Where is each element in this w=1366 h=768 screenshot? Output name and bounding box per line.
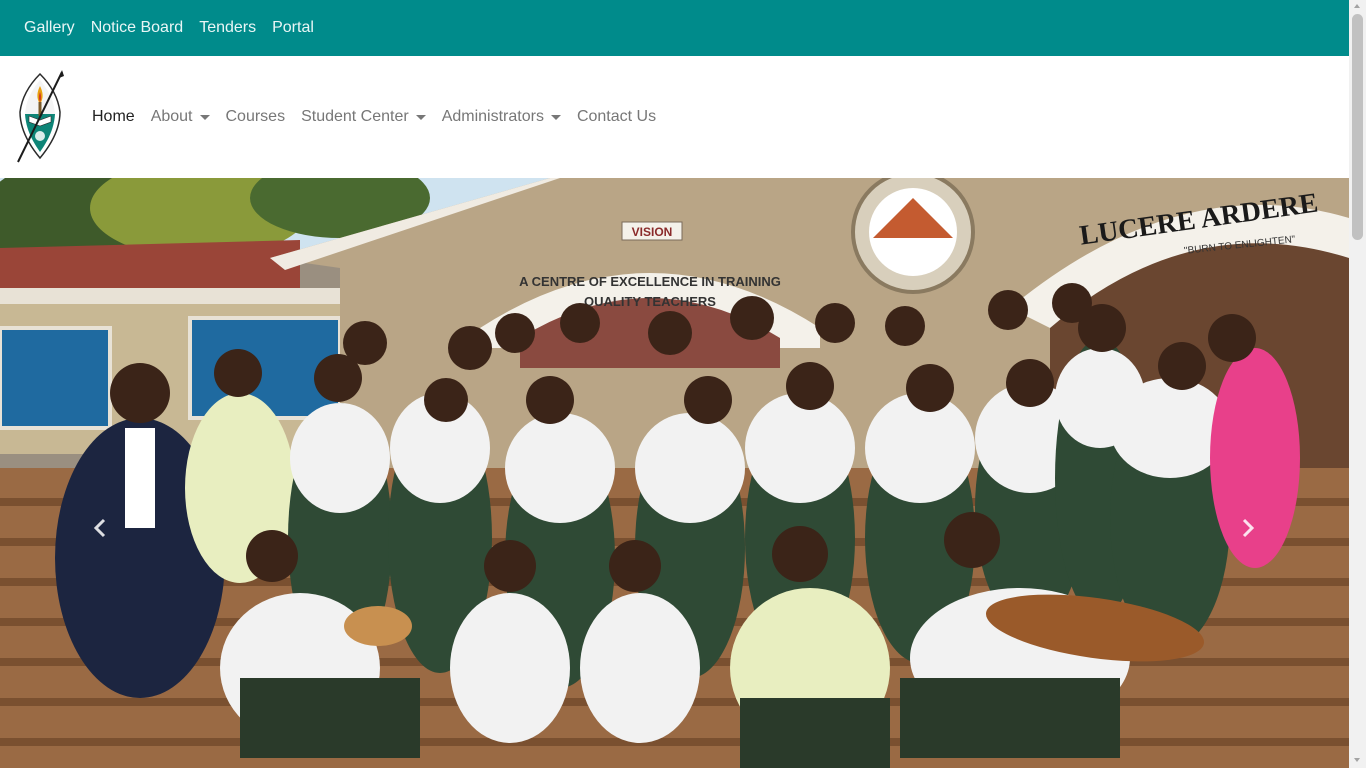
chevron-right-icon — [1242, 518, 1255, 538]
top-bar: Gallery Notice Board Tenders Portal — [0, 0, 1349, 56]
nav-item-label: Administrators — [441, 108, 544, 125]
hero-carousel: VISION A CENTRE OF EXCELLENCE IN TRAININ… — [0, 178, 1349, 768]
nav-item-about[interactable]: About — [143, 105, 218, 129]
arch-text-2: QUALITY TEACHERS — [584, 294, 716, 309]
nav-item-label: Contact Us — [576, 108, 657, 125]
nav-item-label: Home — [92, 108, 135, 125]
vision-sign: VISION — [632, 225, 673, 239]
school-crest-icon[interactable] — [16, 68, 64, 166]
arch-text-1: A CENTRE OF EXCELLENCE IN TRAINING — [519, 274, 781, 289]
nav-item-label: About — [150, 108, 193, 125]
top-link-notice-board[interactable]: Notice Board — [83, 0, 192, 56]
chevron-left-icon — [93, 518, 106, 538]
hero-photo: VISION A CENTRE OF EXCELLENCE IN TRAININ… — [0, 178, 1349, 768]
nav-item-courses[interactable]: Courses — [218, 105, 294, 129]
top-link-tenders[interactable]: Tenders — [191, 0, 264, 56]
top-link-gallery[interactable]: Gallery — [16, 0, 83, 56]
main-navbar: Home About Courses Student Center Admini… — [0, 56, 1349, 178]
nav-menu: Home About Courses Student Center Admini… — [84, 105, 664, 129]
carousel-prev-button[interactable] — [80, 508, 120, 548]
scroll-up-icon[interactable] — [1354, 4, 1360, 8]
nav-item-contact-us[interactable]: Contact Us — [569, 105, 664, 129]
top-link-portal[interactable]: Portal — [264, 0, 322, 56]
caret-down-icon — [550, 114, 561, 120]
nav-item-administrators[interactable]: Administrators — [434, 105, 569, 129]
nav-item-student-center[interactable]: Student Center — [293, 105, 434, 129]
nav-item-home[interactable]: Home — [84, 105, 143, 129]
scroll-thumb[interactable] — [1352, 14, 1363, 240]
nav-item-label: Student Center — [301, 108, 409, 125]
caret-down-icon — [199, 114, 210, 120]
scroll-down-icon[interactable] — [1354, 758, 1360, 762]
nav-item-label: Courses — [225, 108, 286, 125]
page-scrollbar[interactable] — [1349, 0, 1366, 768]
carousel-next-button[interactable] — [1228, 508, 1268, 548]
caret-down-icon — [415, 114, 426, 120]
